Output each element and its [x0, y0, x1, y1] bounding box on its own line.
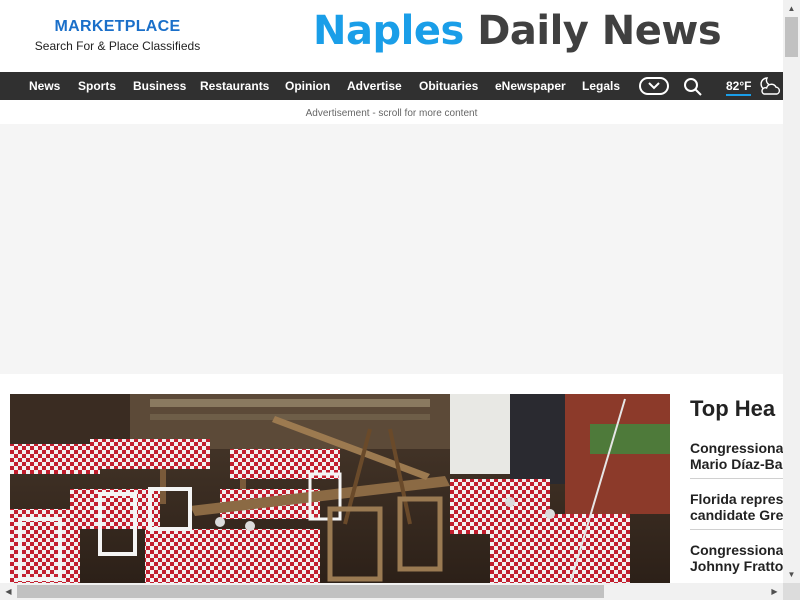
advertisement-slot[interactable]: [0, 124, 783, 374]
nav-item-opinion[interactable]: Opinion: [285, 72, 330, 100]
marketplace-title: MARKETPLACE: [54, 18, 181, 35]
nav-item-advertise[interactable]: Advertise: [347, 72, 402, 100]
search-icon: [684, 78, 702, 96]
headline-line2: Mario Díaz-Ba: [690, 456, 783, 472]
headline-divider: [690, 529, 783, 530]
headline-line2: candidate Gre: [690, 507, 783, 523]
headline-item[interactable]: Florida repres candidate Gre: [690, 491, 783, 523]
weather-widget[interactable]: 82°F: [726, 72, 752, 100]
restaurant-photo: [10, 394, 670, 584]
headline-line1: Florida repres: [690, 491, 783, 507]
site-header: MARKETPLACE Search For & Place Classifie…: [0, 0, 783, 72]
headline-item[interactable]: Congressional Johnny Fratto: [690, 542, 783, 574]
scroll-right-arrow-icon[interactable]: ▶: [766, 583, 783, 600]
nav-item-legals[interactable]: Legals: [582, 72, 620, 100]
nav-item-enewspaper[interactable]: eNewspaper: [495, 72, 566, 100]
logo-part-daily-news: Daily News: [477, 8, 722, 54]
partly-cloudy-night-icon: [760, 77, 781, 95]
scroll-up-arrow-icon[interactable]: ▲: [783, 0, 800, 17]
nav-item-obituaries[interactable]: Obituaries: [419, 72, 478, 100]
main-nav: News Sports Business Restaurants Opinion…: [0, 72, 783, 100]
headline-item[interactable]: Congressional Mario Díaz-Ba: [690, 440, 783, 472]
nav-item-restaurants[interactable]: Restaurants: [200, 72, 269, 100]
top-headlines-title: Top Hea: [690, 396, 776, 421]
headline-line1: Congressional: [690, 542, 783, 558]
nav-item-business[interactable]: Business: [133, 72, 186, 100]
marketplace-subtitle: Search For & Place Classifieds: [34, 39, 201, 53]
top-headlines: Top Hea Congressional Mario Díaz-Ba Flor…: [690, 394, 783, 584]
scrollbar-corner: [783, 583, 800, 600]
weather-temperature: 82°F: [726, 79, 752, 96]
marketplace-link[interactable]: MARKETPLACE Search For & Place Classifie…: [20, 18, 215, 53]
headline-line2: Johnny Fratto: [690, 558, 783, 574]
nav-item-news[interactable]: News: [29, 72, 60, 100]
advertisement-label: Advertisement - scroll for more content: [305, 108, 478, 119]
scroll-down-arrow-icon[interactable]: ▼: [783, 566, 800, 583]
more-menu-button[interactable]: [639, 77, 669, 95]
vertical-scroll-thumb[interactable]: [785, 17, 798, 57]
hero-image[interactable]: [10, 394, 670, 584]
headline-line1: Congressional: [690, 440, 783, 456]
chevron-down-icon: [648, 82, 660, 90]
horizontal-scrollbar[interactable]: ◀ ▶: [0, 583, 783, 600]
nav-item-sports[interactable]: Sports: [78, 72, 116, 100]
horizontal-scroll-thumb[interactable]: [17, 585, 604, 598]
vertical-scrollbar[interactable]: ▲ ▼: [783, 0, 800, 583]
logo-part-naples: Naples: [313, 8, 464, 54]
headline-divider: [690, 478, 783, 479]
site-logo[interactable]: Naples Daily News: [313, 8, 722, 54]
scroll-left-arrow-icon[interactable]: ◀: [0, 583, 17, 600]
search-button[interactable]: [683, 77, 703, 97]
